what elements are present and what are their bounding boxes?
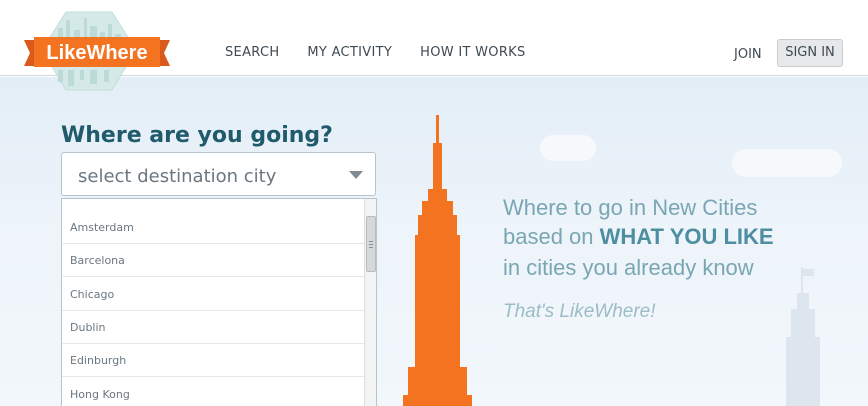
- city-dropdown-list[interactable]: Amsterdam Barcelona Chicago Dublin Edinb…: [61, 198, 377, 406]
- slogan: That's LikeWhere!: [503, 301, 656, 322]
- tagline-emphasis: WHAT YOU LIKE: [599, 224, 774, 249]
- cloud-decoration: [540, 135, 596, 161]
- likewhere-logo[interactable]: LikeWhere: [24, 10, 170, 94]
- grip-icon: [369, 241, 373, 242]
- tagline-line-1: Where to go in New Cities: [503, 195, 758, 220]
- nav-search[interactable]: SEARCH: [225, 45, 279, 60]
- tagline-line-2: based on WHAT YOU LIKE: [503, 224, 774, 250]
- nav-how-it-works[interactable]: HOW IT WORKS: [420, 45, 525, 60]
- destination-city-select[interactable]: select destination city: [61, 152, 376, 196]
- city-option[interactable]: Barcelona: [62, 244, 364, 277]
- scrollbar-thumb[interactable]: [366, 216, 376, 272]
- grip-icon: [369, 247, 373, 248]
- tagline-line-3: in cities you already know: [503, 255, 754, 280]
- destination-select-placeholder: select destination city: [78, 166, 277, 187]
- main-nav: SEARCH MY ACTIVITY HOW IT WORKS: [225, 45, 526, 60]
- caret-down-icon[interactable]: [349, 171, 363, 179]
- tagline-line-2-prefix: based on: [503, 224, 600, 249]
- destination-question: Where are you going?: [61, 123, 333, 148]
- city-option[interactable]: Chicago: [62, 278, 364, 311]
- city-option[interactable]: Amsterdam: [62, 211, 364, 244]
- grip-icon: [369, 244, 373, 245]
- logo-badge-graphic: LikeWhere: [24, 11, 170, 91]
- empire-state-building-illustration: [403, 115, 472, 406]
- city-option[interactable]: Dublin: [62, 311, 364, 344]
- hero-section: Where are you going? select destination …: [0, 77, 868, 406]
- cloud-decoration: [732, 149, 842, 177]
- sign-in-button[interactable]: SIGN IN: [777, 39, 843, 67]
- join-link[interactable]: JOIN: [734, 47, 762, 62]
- city-option[interactable]: Edinburgh: [62, 344, 364, 377]
- distant-tower-illustration: [786, 267, 820, 406]
- nav-my-activity[interactable]: MY ACTIVITY: [307, 45, 392, 60]
- dropdown-scrollbar[interactable]: [364, 199, 376, 406]
- city-option[interactable]: Hong Kong: [62, 378, 364, 406]
- logo-text: LikeWhere: [46, 42, 147, 64]
